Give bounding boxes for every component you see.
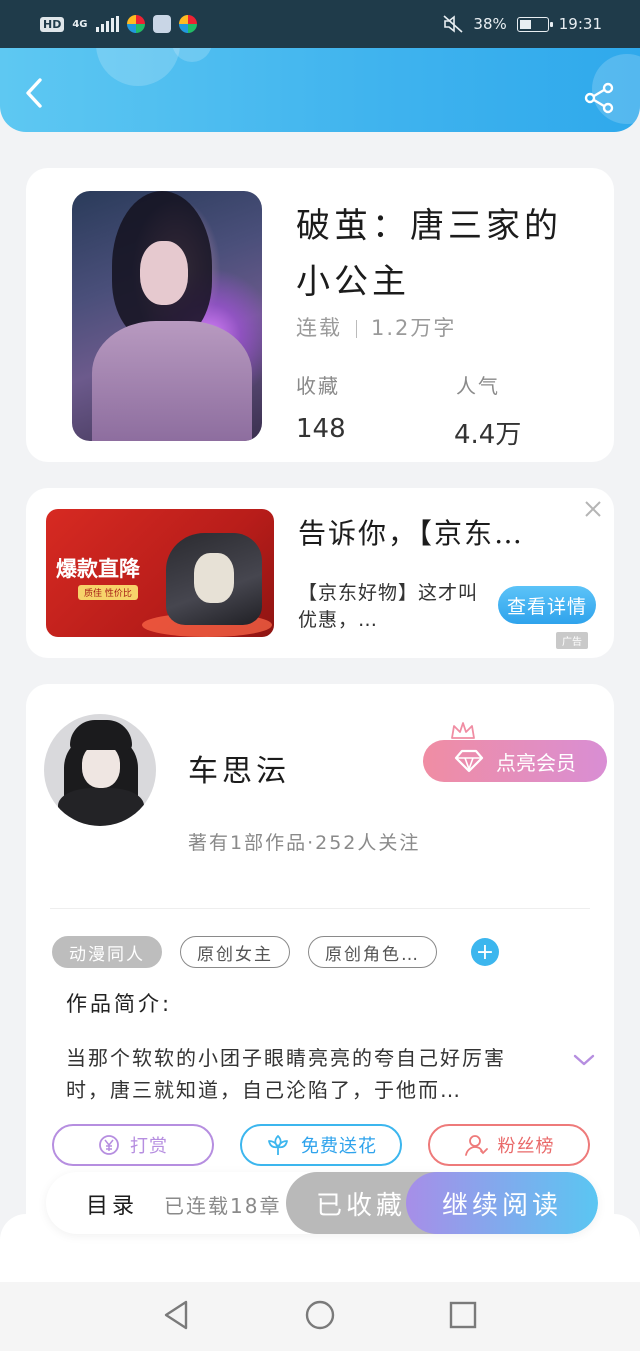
battery-icon <box>516 16 553 32</box>
system-nav-bar <box>0 1282 640 1351</box>
reward-button[interactable]: 打赏 <box>52 1124 214 1166</box>
ad-chair <box>166 533 262 625</box>
continue-reading-button[interactable]: 继续阅读 <box>406 1172 598 1234</box>
decor-bubble <box>172 48 212 62</box>
ad-image-subtext: 质佳 性价比 <box>78 585 138 600</box>
action-buttons: 打赏 免费送花 粉丝榜 <box>52 1124 590 1166</box>
author-stats: 著有1部作品·252人关注 <box>188 832 421 854</box>
book-info-card: 破茧：唐三家的小公主 连载 1.2万字 收藏 148 人气 4.4万 <box>26 168 614 462</box>
nav-back-icon[interactable] <box>160 1298 194 1332</box>
user-icon <box>464 1135 488 1156</box>
ad-image-text: 爆款直降 <box>56 557 140 581</box>
tag-chip[interactable]: 原创角色… <box>308 936 437 968</box>
serial-status: 已连载18章 <box>164 1194 282 1218</box>
add-icon[interactable]: + <box>471 938 499 966</box>
app-notification-icon <box>152 15 171 33</box>
network-indicator: 4G <box>72 18 88 30</box>
fans-rank-label: 粉丝榜 <box>497 1136 555 1157</box>
word-count: 1.2万字 <box>371 316 457 340</box>
meta-divider <box>356 320 357 338</box>
ad-details-button[interactable]: 查看详情 <box>498 586 596 624</box>
book-title: 破茧：唐三家的小公主 <box>296 206 562 302</box>
intro-label: 作品简介: <box>66 992 173 1016</box>
clock: 19:31 <box>558 15 602 33</box>
battery-percent: 38% <box>473 15 507 33</box>
tag-chip[interactable]: 动漫同人 <box>52 936 162 968</box>
diamond-icon <box>454 749 484 773</box>
cover-figure-face <box>140 241 188 305</box>
ad-label: 广告 <box>556 632 588 649</box>
close-icon[interactable] <box>584 500 602 518</box>
top-header <box>0 48 640 132</box>
book-cover-image[interactable] <box>72 191 262 441</box>
intro-text: 当那个软软的小团子眼睛亮亮的夸自己好厉害时，唐三就知道，自己沦陷了，于他而… <box>66 1046 506 1102</box>
mute-icon <box>443 15 463 33</box>
stat-value-popularity: 4.4万 <box>454 420 522 450</box>
stat-label-collect: 收藏 <box>296 374 340 398</box>
author-name[interactable]: 车思沄 <box>188 746 290 790</box>
avatar-hat <box>70 720 132 750</box>
reader-action-bar: 目录 已连载18章 已收藏 继续阅读 <box>46 1172 598 1234</box>
vip-button-label: 点亮会员 <box>496 750 576 775</box>
ad-title: 告诉你，【京东… <box>298 517 525 550</box>
chevron-down-icon[interactable] <box>572 1052 596 1068</box>
share-icon[interactable] <box>584 82 616 114</box>
nav-recent-icon[interactable] <box>446 1298 480 1332</box>
tag-list: 动漫同人 原创女主 原创角色… + <box>52 936 499 968</box>
free-flower-label: 免费送花 <box>301 1136 377 1157</box>
ad-description: 【京东好物】这才叫优惠，… <box>298 582 479 631</box>
status-left: HD 4G <box>40 15 197 33</box>
hd-indicator: HD <box>40 16 65 32</box>
status-bar: HD 4G 38% 19:31 <box>0 0 640 48</box>
book-status: 连载 <box>296 316 342 340</box>
status-right: 38% 19:31 <box>443 15 602 33</box>
signal-icon <box>95 16 119 32</box>
app-notification-icon <box>178 15 197 33</box>
nav-home-icon[interactable] <box>303 1298 337 1332</box>
ad-image[interactable]: 爆款直降 质佳 性价比 <box>46 509 274 637</box>
back-icon[interactable] <box>20 76 50 110</box>
reward-label: 打赏 <box>130 1136 168 1157</box>
yen-icon <box>99 1135 119 1155</box>
tag-chip[interactable]: 原创女主 <box>180 936 290 968</box>
divider <box>50 908 590 909</box>
crown-icon <box>451 722 475 739</box>
avatar-face <box>82 744 120 788</box>
app-notification-icon <box>126 15 145 33</box>
toc-button[interactable]: 目录 <box>86 1188 138 1220</box>
free-flower-button[interactable]: 免费送花 <box>240 1124 402 1166</box>
flower-icon <box>268 1135 288 1155</box>
ad-card[interactable]: 爆款直降 质佳 性价比 告诉你，【京东… 【京东好物】这才叫优惠，… 查看详情 … <box>26 488 614 658</box>
book-meta: 连载 1.2万字 <box>296 312 456 342</box>
author-card: 车思沄 著有1部作品·252人关注 点亮会员 动漫同人 原创女主 原创角色… +… <box>26 684 614 1244</box>
cover-figure-body <box>92 321 252 441</box>
stat-value-collect: 148 <box>296 414 346 444</box>
author-avatar[interactable] <box>44 714 156 826</box>
fans-rank-button[interactable]: 粉丝榜 <box>428 1124 590 1166</box>
vip-button[interactable]: 点亮会员 <box>423 740 607 782</box>
avatar-shirt <box>58 788 144 826</box>
stat-label-popularity: 人气 <box>456 374 500 398</box>
decor-bubble <box>96 48 180 86</box>
